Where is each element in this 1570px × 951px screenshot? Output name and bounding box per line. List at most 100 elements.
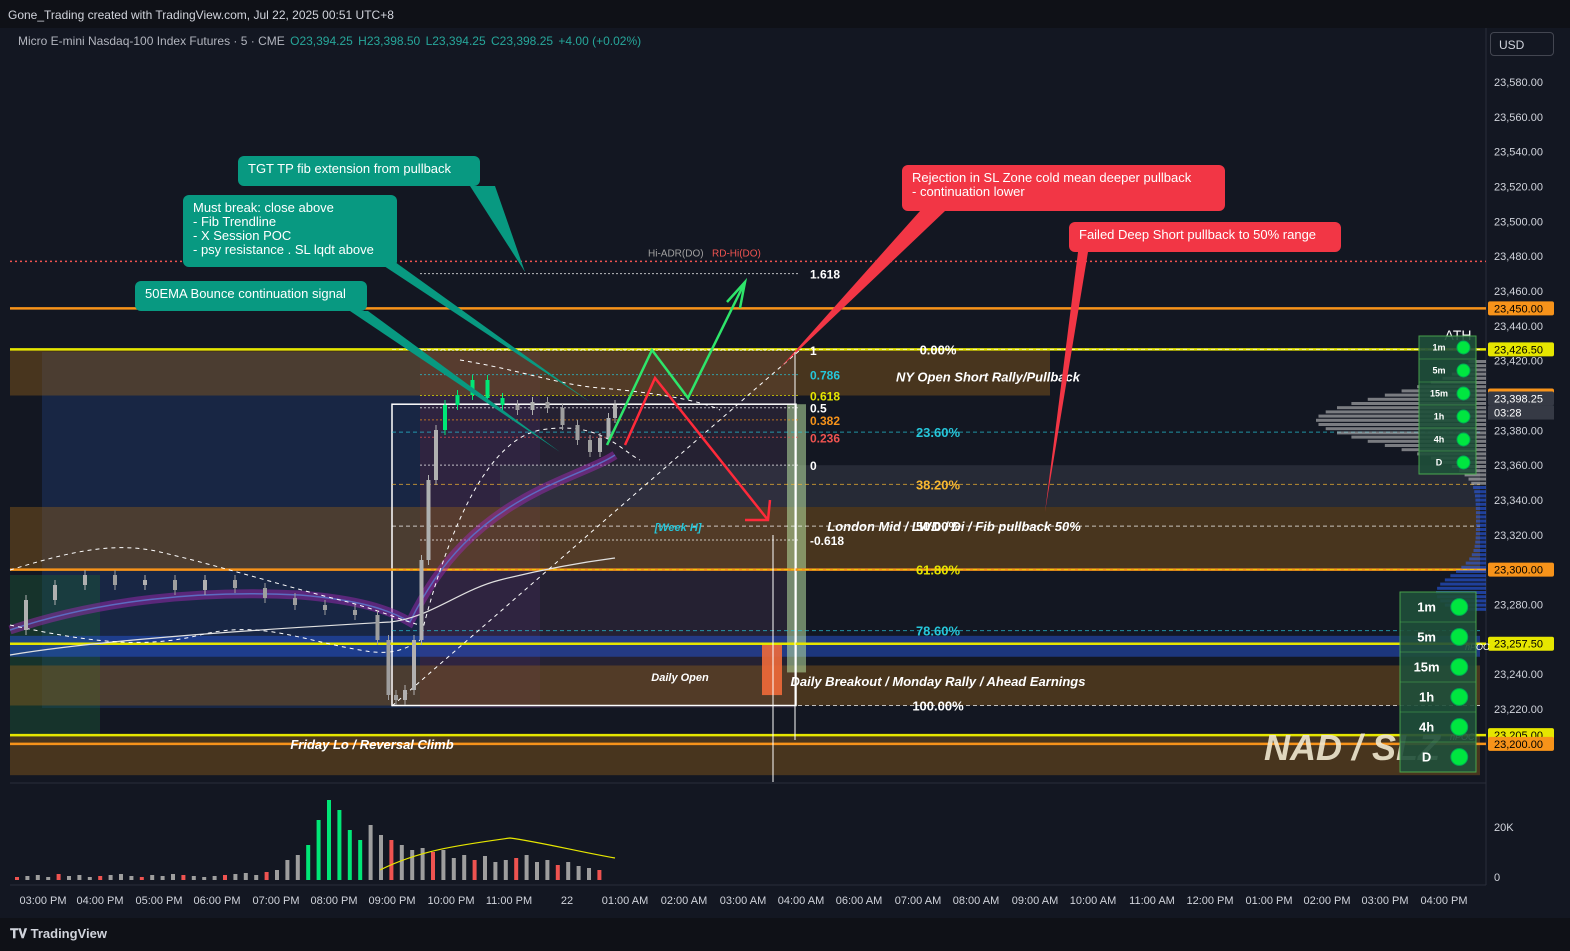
x-tick-11: 02:00 AM [661,895,707,907]
candle-body-22 [455,395,460,405]
candle-body-17 [412,640,416,690]
tradingview-logo[interactable]: 𝐓𝐕 TradingView [10,926,107,942]
volume-bar-18 [202,877,207,880]
tf-small-status-dot-0 [1456,340,1471,355]
volume-profile-bar-48 [1465,561,1486,565]
volume-profile-bar-52 [1444,578,1486,582]
x-tick-16: 08:00 AM [953,895,999,907]
x-tick-10: 01:00 AM [602,895,648,907]
candle-body-32 [598,438,602,452]
price-tag-5: 23,257.50 [1494,639,1543,651]
candle-body-26 [515,405,520,410]
tf-large-label-0: 1m [1417,599,1436,614]
x-tick-9: 22 [561,895,573,907]
callout-must-break: Must break: close above - Fib Trendline … [183,195,397,267]
level-label-rd-hi: RD-Hi(DO) [712,248,761,259]
volume-profile-bar-34 [1475,502,1486,506]
fib-label-1: 23.60% [916,425,961,440]
friday-lo-zone [10,735,1480,776]
x-tick-14: 06:00 AM [836,895,882,907]
candle-body-25 [500,398,505,405]
volume-profile-bar-50 [1456,570,1486,573]
volume-profile-bar-47 [1469,557,1486,561]
volume-profile-bar-40 [1475,528,1486,531]
tf-large-status-dot-3 [1450,688,1469,706]
zone-label-4: Daily Breakout / Monday Rally / Ahead Ea… [791,674,1086,689]
zone-label-5: Friday Lo / Reversal Climb [290,737,453,752]
callout-tgt: TGT TP fib extension from pullback [238,156,480,186]
x-tick-13: 04:00 AM [778,895,824,907]
volume-profile-bar-32 [1474,494,1486,498]
callout-failed-deep-short: Failed Deep Short pullback to 50% range [1069,222,1341,252]
volume-bar-54 [576,866,581,880]
tf-small-label-5: D [1436,458,1443,468]
volume-profile-bar-29 [1471,481,1486,485]
volume-bar-53 [566,862,571,880]
price-tag-1: 23,426.50 [1494,344,1543,356]
ohlc-open: O23,394.25 [290,34,353,48]
volume-axis-20k: 20K [1494,822,1514,834]
x-tick-0: 03:00 PM [19,895,66,907]
x-tick-19: 11:00 AM [1129,895,1175,907]
ohlc-change: +4.00 (+0.02%) [558,34,642,48]
currency-button[interactable]: USD [1490,32,1554,56]
ext-label-7: 0 [810,459,817,473]
volume-bar-42 [451,858,456,880]
ext-label-8: -0.618 [810,534,844,548]
x-tick-3: 06:00 PM [193,895,240,907]
level-label-hi-adr: Hi-ADR(DO) [648,248,704,259]
tf-large-label-2: 15m [1414,659,1440,674]
tf-large-label-3: 1h [1419,689,1434,704]
volume-profile-bar-35 [1475,507,1486,510]
y-tick-9: 23,380.00 [1494,425,1543,437]
zone-label-1: London Mid / LWD / Di / Fib pullback 50% [827,519,1081,534]
tf-large-status-dot-5 [1450,748,1469,766]
x-tick-12: 03:00 AM [720,895,766,907]
volume-bar-33 [358,840,363,880]
volume-bar-16 [181,875,186,880]
fib-label-4: 61.80% [916,563,961,578]
x-tick-7: 10:00 PM [427,895,474,907]
callout-50ema: 50EMA Bounce continuation signal [135,281,367,311]
volume-bar-45 [483,856,487,880]
candle-body-12 [353,610,357,615]
volume-bar-21 [233,874,238,880]
candle-body-3 [83,575,87,585]
volume-bar-20 [223,875,227,880]
tf-large-status-dot-1 [1450,628,1469,646]
fib-label-2: 38.20% [916,477,961,492]
y-tick-8: 23,420.00 [1494,356,1543,368]
volume-profile-bar-37 [1475,515,1486,519]
volume-profile-bar-33 [1475,498,1486,502]
tf-small-status-dot-2 [1456,386,1471,401]
y-tick-0: 23,580.00 [1494,77,1543,89]
ext-label-1: 1 [810,344,817,358]
volume-bar-15 [171,874,175,880]
volume-bar-11 [129,876,134,880]
ext-label-2: 0.786 [810,369,840,383]
candle-body-20 [434,430,438,480]
volume-bar-27 [295,855,300,880]
y-tick-12: 23,320.00 [1494,530,1543,542]
y-tick-7: 23,440.00 [1494,321,1543,333]
tf-large-label-4: 4h [1419,719,1434,734]
x-tick-8: 11:00 PM [486,895,532,907]
symbol-legend[interactable]: Micro E-mini Nasdaq-100 Index Futures · … [18,34,641,48]
volume-bar-50 [535,862,539,880]
ohlc-close: C23,398.25 [490,34,554,48]
volume-bar-5 [67,876,71,880]
volume-profile-bar-49 [1461,565,1486,569]
candle-body-19 [426,480,431,560]
volume-bar-9 [108,875,113,880]
volume-bar-7 [87,877,92,880]
y-tick-3: 23,520.00 [1494,182,1543,194]
volume-bar-40 [431,852,435,880]
candle-body-33 [606,418,611,438]
volume-profile-bar-43 [1475,540,1486,544]
candle-body-2 [53,585,57,600]
x-tick-6: 09:00 PM [368,895,415,907]
tf-small-status-dot-4 [1456,432,1471,447]
tf-small-status-dot-1 [1456,363,1471,378]
price-chart[interactable]: Hi-ADR(DO) RD-Hi(DO)0.00%23.60%38.20%50.0… [0,0,1570,951]
volume-bar-37 [399,845,404,880]
